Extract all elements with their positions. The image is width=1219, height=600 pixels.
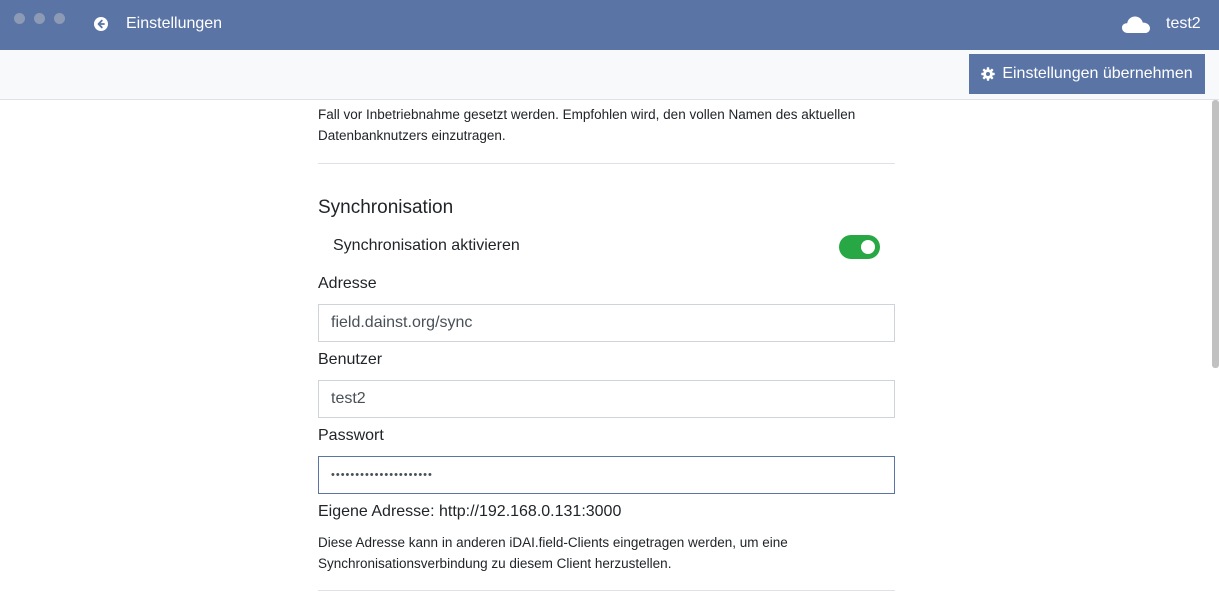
sync-toggle[interactable] (839, 235, 880, 259)
window-close-dot[interactable] (14, 13, 25, 24)
divider (318, 163, 895, 164)
info-line-1: Fall vor Inbetriebnahme gesetzt werden. … (318, 107, 856, 122)
own-address: Eigene Adresse: http://192.168.0.131:300… (318, 503, 622, 520)
settings-content: Fall vor Inbetriebnahme gesetzt werden. … (0, 100, 1219, 600)
divider (318, 590, 895, 591)
user-label: Benutzer (318, 351, 383, 368)
own-address-info-line-2: Synchronisationsverbindung zu diesem Cli… (318, 556, 672, 571)
titlebar: Einstellungen test2 (0, 0, 1219, 50)
toggle-knob (861, 240, 875, 254)
page-title: Einstellungen (126, 15, 223, 32)
current-user[interactable]: test2 (1166, 15, 1201, 33)
password-input[interactable] (318, 456, 895, 494)
toolbar: Einstellungen übernehmen (0, 50, 1219, 100)
apply-settings-button[interactable]: Einstellungen übernehmen (969, 54, 1205, 94)
user-input[interactable] (318, 380, 895, 418)
scrollbar[interactable] (1212, 100, 1219, 368)
address-input[interactable] (318, 304, 895, 342)
window-maximize-dot[interactable] (54, 13, 65, 24)
info-line-2: Datenbanknutzers einzutragen. (318, 128, 506, 143)
apply-settings-label: Einstellungen übernehmen (1002, 65, 1193, 82)
sync-section-title: Synchronisation (318, 197, 454, 218)
own-address-info-line-1: Diese Adresse kann in anderen iDAI.field… (318, 535, 788, 550)
gear-icon (981, 67, 996, 81)
cloud-icon[interactable] (1121, 13, 1151, 35)
password-label: Passwort (318, 427, 384, 444)
back-arrow-icon[interactable] (94, 17, 108, 31)
address-label: Adresse (318, 275, 377, 292)
sync-toggle-label: Synchronisation aktivieren (333, 237, 520, 254)
window-minimize-dot[interactable] (34, 13, 45, 24)
